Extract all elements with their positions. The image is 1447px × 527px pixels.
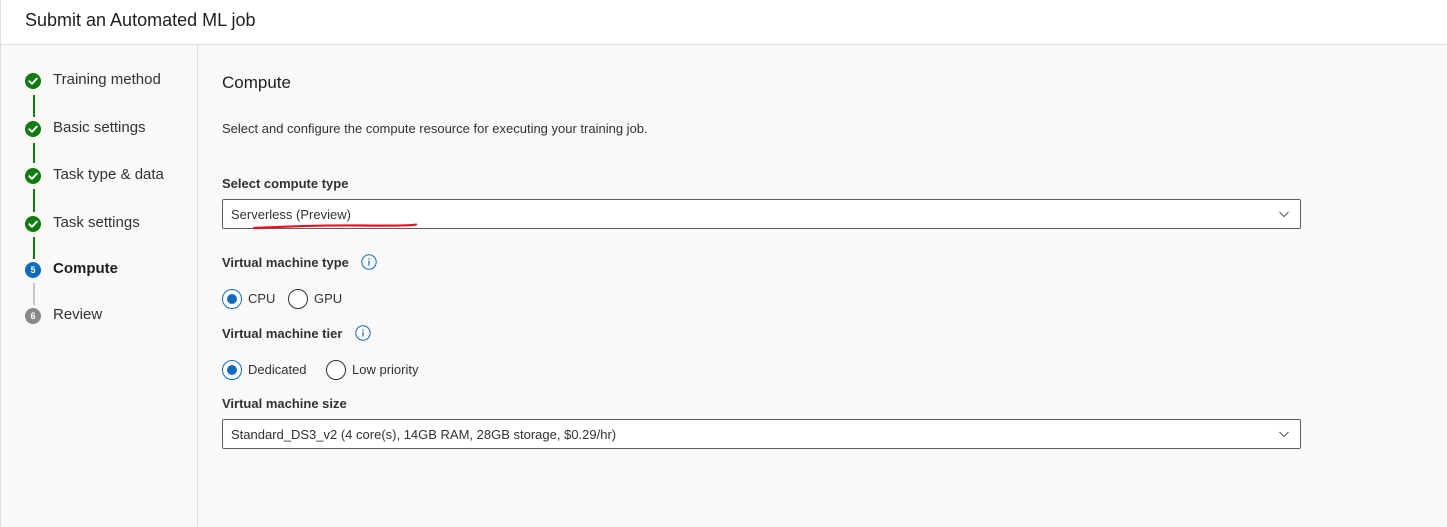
step-task-type-data[interactable]: Task type & data <box>1 164 197 188</box>
compute-type-label: Select compute type <box>222 176 349 191</box>
radio-cpu[interactable]: CPU <box>222 287 278 311</box>
checkmark-circle-icon <box>25 216 41 232</box>
page-header: Submit an Automated ML job <box>1 0 1447 45</box>
checkmark-circle-icon <box>25 73 41 89</box>
chevron-down-icon <box>1279 211 1289 218</box>
step-task-settings[interactable]: Task settings <box>1 212 197 236</box>
step-connector <box>33 143 35 163</box>
step-label: Compute <box>53 260 118 277</box>
vm-size-value: Standard_DS3_v2 (4 core(s), 14GB RAM, 28… <box>231 427 617 442</box>
vm-size-label: Virtual machine size <box>222 396 347 411</box>
chevron-down-icon <box>1279 431 1289 438</box>
radio-low-priority[interactable]: Low priority <box>326 358 436 382</box>
step-number-badge: 6 <box>25 308 41 324</box>
radio-circle <box>288 289 308 309</box>
step-label: Basic settings <box>53 119 146 136</box>
radio-label: Low priority <box>352 362 419 377</box>
step-review[interactable]: 6 Review <box>1 304 197 328</box>
vm-type-label: Virtual machine type <box>222 255 349 270</box>
step-label: Task settings <box>53 214 140 231</box>
step-compute[interactable]: 5 Compute <box>1 258 197 282</box>
checkmark-circle-icon <box>25 168 41 184</box>
step-connector <box>33 237 35 259</box>
step-label: Review <box>53 306 103 323</box>
radio-gpu[interactable]: GPU <box>288 287 348 311</box>
radio-dedicated[interactable]: Dedicated <box>222 358 318 382</box>
step-number-badge: 5 <box>25 262 41 278</box>
compute-type-value: Serverless (Preview) <box>231 207 351 222</box>
red-underline-annotation <box>252 223 418 230</box>
wizard-steps: Training method Basic settings Task type… <box>1 45 198 527</box>
step-label: Task type & data <box>53 166 164 183</box>
vm-tier-label: Virtual machine tier <box>222 326 343 341</box>
step-connector <box>33 283 35 305</box>
radio-label: Dedicated <box>248 362 307 377</box>
step-connector <box>33 189 35 212</box>
vm-size-dropdown[interactable]: Standard_DS3_v2 (4 core(s), 14GB RAM, 28… <box>222 419 1301 449</box>
radio-circle <box>222 289 242 309</box>
section-description: Select and configure the compute resourc… <box>222 121 648 136</box>
step-basic-settings[interactable]: Basic settings <box>1 117 197 141</box>
step-training-method[interactable]: Training method <box>1 69 197 93</box>
step-label: Training method <box>53 71 161 88</box>
radio-circle <box>326 360 346 380</box>
radio-label: CPU <box>248 291 276 306</box>
info-icon[interactable] <box>361 254 377 270</box>
page-title: Submit an Automated ML job <box>25 10 256 30</box>
step-connector <box>33 95 35 117</box>
radio-circle <box>222 360 242 380</box>
radio-label: GPU <box>314 291 343 306</box>
section-title: Compute <box>222 73 291 92</box>
info-icon[interactable] <box>355 325 371 341</box>
compute-panel: Compute Select and configure the compute… <box>198 45 1447 527</box>
checkmark-circle-icon <box>25 121 41 137</box>
